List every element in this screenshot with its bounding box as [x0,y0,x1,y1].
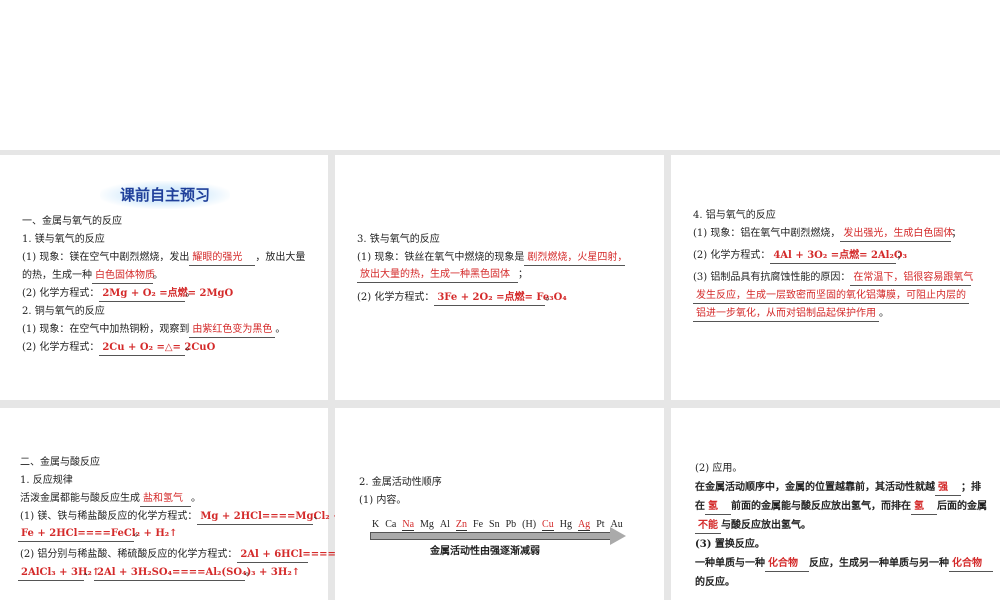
text-line: (1) 现象：镁在空气中剧烈燃烧，发出 耀眼的强光 ，放出大量 [22,251,305,266]
metal-symbol: Sn [489,519,500,530]
answer-blank: 在常温下，铝很容易跟氧气 [850,271,973,286]
metal-symbol: Ag [577,519,591,531]
answer-blank: Mg + 2HCl====MgCl₂ + H₂↑ [197,510,367,525]
answer-blank: 2Al + 6HCl==== [237,548,336,563]
metal-symbol: Ca [385,519,397,530]
answer-blank: 2Al + 3H₂SO₄====Al₂(SO₄)₃ + 3H₂↑ [94,566,300,581]
metal-symbol: K [372,519,380,530]
answer-blank: 4Al + 3O₂ =点燃= 2Al₂O₃ [770,249,907,264]
text-line: 发生反应，生成一层致密而坚固的氧化铝薄膜，可阻止内层的 [693,289,969,304]
metal-symbol: Cu [542,519,554,531]
subsection-title: 4. 铝与氧气的反应 [693,210,776,221]
text-line: 不能 与酸反应放出氢气。 [695,519,811,534]
subsection-title: 2. 金属活动性顺序 [359,477,442,488]
metal-symbol: Na [402,519,415,531]
answer-blank: 剧烈燃烧，火星四射， [524,251,627,266]
arrow-label: 金属活动性由强逐渐减弱 [430,546,540,557]
answer-blank: 氢 [911,500,937,515]
text-line: (1) 现象：铁丝在氧气中燃烧的现象是 剧烈燃烧，火星四射， [357,251,627,266]
subsection-title: (2) 应用。 [695,463,743,474]
answer-blank: 2Mg + O₂ =点燃= 2MgO [99,287,233,302]
section-title: 二、金属与酸反应 [20,457,100,468]
answer-blank: 由紫红色变为黑色 [189,323,276,338]
text-line: 在氢前面的金属能与酸反应放出氢气，而排在氢后面的金属 [695,500,987,515]
text-line: (1) 现象：铝在氧气中剧烈燃烧， 发出强光，生成白色固体； [693,227,961,242]
text-line: 在金属活动顺序中，金属的位置越靠前，其活动性就越强；排 [695,481,981,496]
answer-blank: 发生反应，生成一层致密而坚固的氧化铝薄膜，可阻止内层的 [693,289,969,304]
text-line: (2) 化学方程式： 3Fe + 2O₂ =点燃= Fe₃O₄。 [357,291,567,306]
arrow-icon [370,532,612,540]
text-line: 活泼金属都能与酸反应生成 盐和氢气。 [20,492,201,507]
arrowhead-icon [610,527,626,545]
subsection-title: (3) 置换反应。 [695,539,765,550]
metal-symbol: Pb [505,519,517,530]
panel-activity-series: 2. 金属活动性顺序 (1) 内容。 K Ca Na Mg Al Zn Fe Sn Pb (H) C… [335,408,664,600]
answer-blank: 2Cu + O₂ =△= 2CuO [99,341,215,356]
text-line: 一种单质与一种 化合物 反应，生成另一种单质与另一种 化合物 [695,557,993,572]
answer-blank: Fe + 2HCl====FeCl₂ + H₂↑ [18,527,178,542]
metal-symbol: Hg [559,519,572,530]
section-heading: 课前自主预习 [100,181,230,209]
answer-blank: 2AlCl₃ + 3H₂↑ [18,566,100,581]
answer-blank: 化合物 [765,557,809,572]
text-line: 的反应。 [695,577,735,588]
subsection-title: 2. 铜与氧气的反应 [22,306,105,317]
panel-magnesium-copper: 课前自主预习 一、金属与氧气的反应 1. 镁与氧气的反应 (1) 现象：镁在空气… [0,155,328,400]
text-line: 2AlCl₃ + 3H₂↑、 2Al + 3H₂SO₄====Al₂(SO₄)₃ … [18,566,300,581]
text-line: (1) 现象：在空气中加热铜粉，观察到 由紫红色变为黑色。 [22,323,285,338]
metal-symbol: Mg [420,519,434,530]
metal-symbol: Zn [455,519,468,531]
answer-blank: 耀眼的强光 [189,251,256,266]
answer-blank: 强 [935,481,961,496]
section-title: 一、金属与氧气的反应 [22,216,122,227]
panel-application: (2) 应用。 在金属活动顺序中，金属的位置越靠前，其活动性就越强；排 在氢前面… [671,408,1000,600]
subsection-title: 1. 反应规律 [20,475,73,486]
subsection-title: 3. 铁与氧气的反应 [357,234,440,245]
answer-blank: 白色固体物质 [92,269,155,284]
metal-symbol: Al [439,519,450,530]
answer-blank: 3Fe + 2O₂ =点燃= Fe₃O₄ [434,291,567,306]
text-line: 铝进一步氧化，从而对铝制品起保护作用。 [693,307,889,322]
answer-blank: 盐和氢气 [140,492,191,507]
text-line: 的热，生成一种 白色固体物质。 [22,269,163,284]
metal-symbol: Fe [473,519,484,530]
metal-series: K Ca Na Mg Al Zn Fe Sn Pb (H) Cu Hg Ag Pt Au [372,518,629,532]
answer-blank: 铝进一步氧化，从而对铝制品起保护作用 [693,307,879,322]
text-line: (1) 镁、铁与稀盐酸反应的化学方程式： Mg + 2HCl====MgCl₂ +… [20,510,367,525]
panel-metal-acid: 二、金属与酸反应 1. 反应规律 活泼金属都能与酸反应生成 盐和氢气。 (1) 镁… [0,408,367,600]
text-line: Fe + 2HCl====FeCl₂ + H₂↑。 [18,527,178,542]
subsection-title: 1. 镁与氧气的反应 [22,234,105,245]
metal-symbol: Pt [596,519,605,530]
panel-iron: 3. 铁与氧气的反应 (1) 现象：铁丝在氧气中燃烧的现象是 剧烈燃烧，火星四射，… [335,155,664,400]
metal-symbol: (H) [522,519,537,530]
text-line: (2) 化学方程式： 2Mg + O₂ =点燃= 2MgO。 [22,287,233,302]
answer-blank: 氢 [705,500,731,515]
answer-blank: 放出大量的热，生成一种黑色固体 [357,268,518,283]
answer-blank: 不能 [695,519,721,534]
text-line: (2) 化学方程式： 4Al + 3O₂ =点燃= 2Al₂O₃； [693,249,907,264]
panel-aluminum: 4. 铝与氧气的反应 (1) 现象：铝在氧气中剧烈燃烧， 发出强光，生成白色固体；… [671,155,1000,400]
text-line: (2) 化学方程式： 2Cu + O₂ =△= 2CuO。 [22,341,215,356]
answer-blank: 发出强光，生成白色固体 [840,227,953,242]
answer-blank: 化合物 [949,557,993,572]
text-line: (3) 铝制品具有抗腐蚀性能的原因： 在常温下，铝很容易跟氧气 [693,271,973,286]
text-line: (1) 内容。 [359,495,407,506]
text-line: 放出大量的热，生成一种黑色固体； [357,268,528,283]
text-line: (2) 铝分别与稀盐酸、稀硫酸反应的化学方程式： 2Al + 6HCl==== [20,548,336,563]
